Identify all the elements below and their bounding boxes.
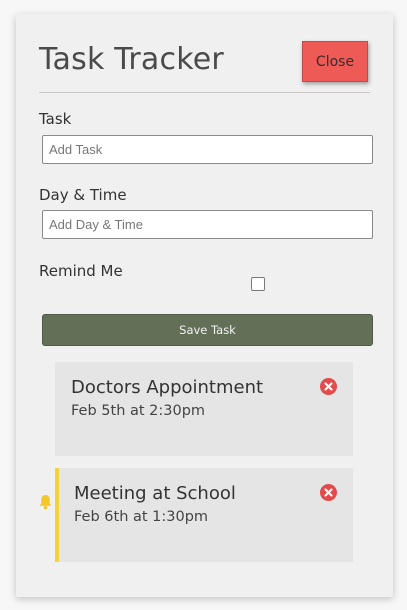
delete-icon[interactable]	[320, 484, 337, 501]
remind-me-label: Remind Me	[39, 262, 123, 280]
page-title: Task Tracker	[39, 42, 224, 77]
day-time-input[interactable]	[42, 210, 373, 239]
task-day: Feb 6th at 1:30pm	[74, 509, 209, 525]
task-day: Feb 5th at 2:30pm	[71, 403, 206, 419]
task-text: Doctors Appointment	[71, 377, 264, 398]
task-input[interactable]	[42, 135, 373, 164]
remind-me-checkbox[interactable]	[251, 277, 265, 291]
delete-icon[interactable]	[320, 378, 337, 395]
bell-icon	[38, 494, 53, 510]
save-task-button[interactable]: Save Task	[42, 314, 373, 346]
task-item[interactable]: Meeting at School Feb 6th at 1:30pm	[55, 468, 353, 562]
task-tracker-card: Task Tracker Close Task Day & Time Remin…	[16, 14, 393, 597]
task-item[interactable]: Doctors Appointment Feb 5th at 2:30pm	[55, 362, 353, 456]
close-button[interactable]: Close	[302, 41, 368, 82]
header: Task Tracker Close	[39, 38, 370, 93]
day-time-label: Day & Time	[39, 186, 127, 204]
task-text: Meeting at School	[74, 483, 236, 504]
task-label: Task	[39, 110, 72, 128]
